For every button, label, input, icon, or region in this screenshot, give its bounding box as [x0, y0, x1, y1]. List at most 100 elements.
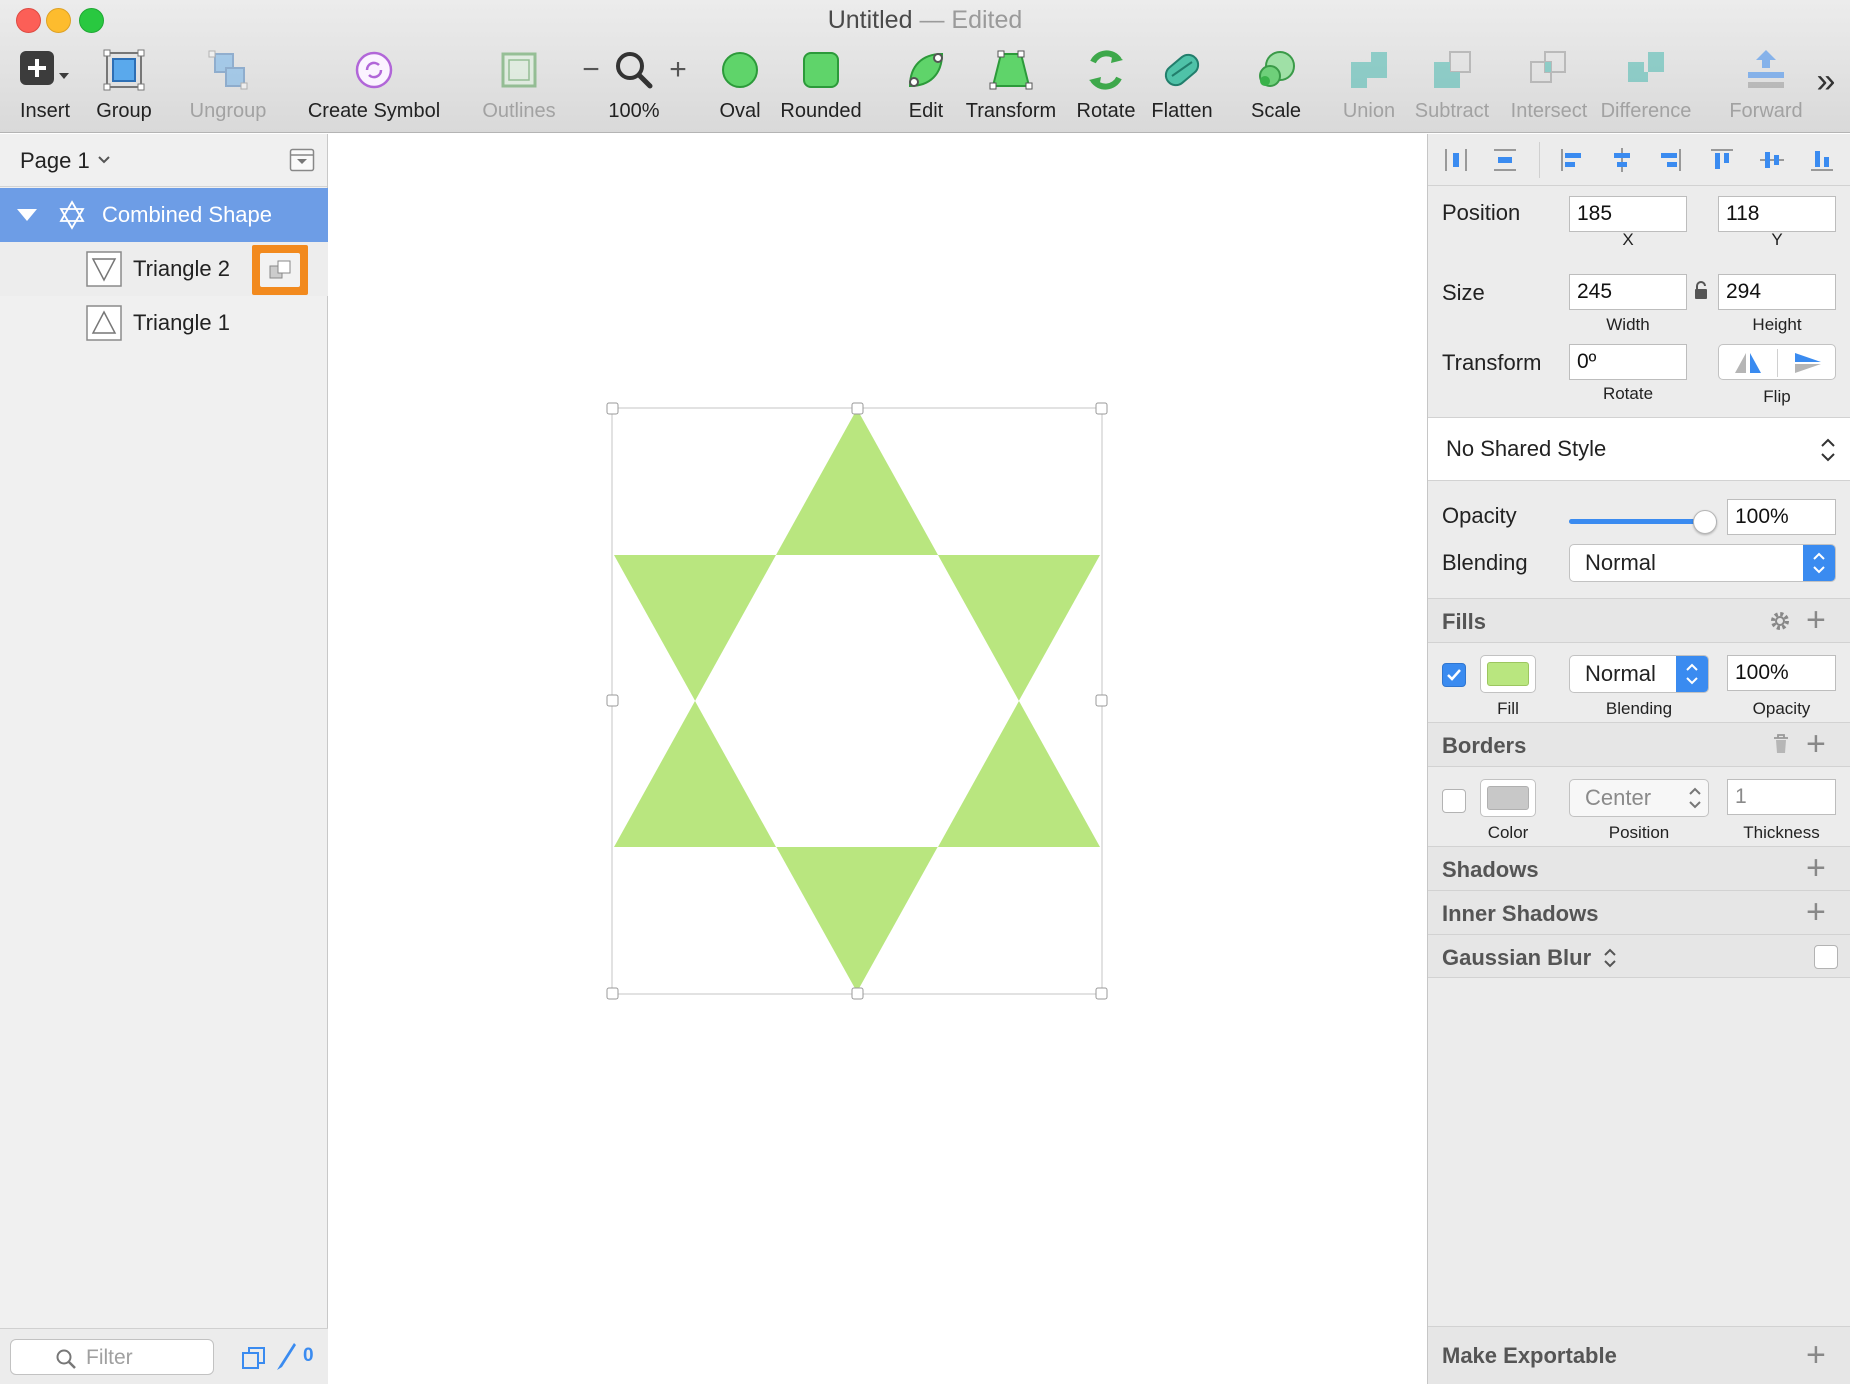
shared-style-selector[interactable]: No Shared Style: [1428, 417, 1850, 481]
filter-input[interactable]: Filter: [10, 1339, 214, 1375]
align-middle-vertical-icon[interactable]: [1758, 146, 1786, 174]
opacity-slider[interactable]: [1569, 510, 1717, 534]
border-thickness-field[interactable]: 1: [1727, 779, 1836, 815]
fills-title: Fills: [1442, 609, 1487, 634]
rotate-field[interactable]: 0º: [1569, 344, 1687, 380]
align-bottom-icon[interactable]: [1808, 146, 1836, 174]
window-title: Untitled — Edited: [0, 6, 1850, 35]
lock-icon[interactable]: [1693, 280, 1709, 300]
fill-color-well[interactable]: [1480, 655, 1536, 693]
rotate-button[interactable]: Rotate: [1072, 46, 1140, 123]
layer-row-triangle-2[interactable]: Triangle 2: [0, 242, 328, 296]
rounded-button[interactable]: Rounded: [778, 46, 864, 123]
zoom-button[interactable]: 100%: [604, 46, 664, 123]
align-center-horizontal-icon[interactable]: [1608, 146, 1636, 174]
zoom-plus-icon: +: [669, 53, 687, 86]
insert-plus-icon: [20, 51, 69, 85]
zoom-out-button[interactable]: −: [578, 46, 604, 94]
scale-button[interactable]: Scale: [1246, 46, 1306, 123]
slices-filter-icon[interactable]: [274, 1341, 298, 1371]
fill-row: Normal 100% Fill Blending Opacity: [1428, 642, 1850, 722]
ungroup-icon: [208, 50, 248, 90]
gear-icon[interactable]: [1769, 610, 1791, 632]
create-symbol-button[interactable]: Create Symbol: [304, 46, 444, 123]
group-button[interactable]: Group: [93, 46, 155, 123]
position-y-field[interactable]: 118: [1718, 196, 1836, 232]
up-down-chevron-icon: [1813, 552, 1825, 574]
layer-row-combined-shape[interactable]: Combined Shape: [0, 188, 328, 242]
scale-label: Scale: [1250, 100, 1302, 122]
add-export-button[interactable]: +: [1806, 1338, 1826, 1372]
edit-button[interactable]: Edit: [896, 46, 956, 123]
distribute-vertical-icon[interactable]: [1491, 146, 1519, 174]
fill-blending-select[interactable]: Normal: [1569, 655, 1709, 693]
align-right-icon[interactable]: [1656, 146, 1684, 174]
page-selector[interactable]: Page 1: [0, 134, 327, 187]
gaussian-blur-checkbox[interactable]: [1814, 945, 1838, 969]
title-separator: —: [919, 6, 945, 34]
disclosure-triangle-icon[interactable]: [16, 208, 38, 222]
opacity-field[interactable]: 100%: [1727, 499, 1836, 535]
slider-knob[interactable]: [1693, 510, 1717, 534]
distribute-horizontal-icon[interactable]: [1442, 146, 1470, 174]
intersect-button[interactable]: Intersect: [1501, 46, 1597, 123]
oval-label: Oval: [719, 100, 761, 122]
border-position-select[interactable]: Center: [1569, 779, 1709, 817]
oval-icon: [722, 52, 758, 88]
symbols-filter-icon[interactable]: [241, 1345, 267, 1371]
size-label: Size: [1442, 280, 1485, 305]
ungroup-button[interactable]: Ungroup: [185, 46, 271, 123]
align-left-icon[interactable]: [1558, 146, 1586, 174]
checkmark-icon: [1447, 669, 1461, 681]
oval-button[interactable]: Oval: [710, 46, 770, 123]
flip-horizontal-icon[interactable]: [1733, 351, 1763, 375]
outlines-label: Outlines: [482, 100, 556, 122]
position-x-field[interactable]: 185: [1569, 196, 1687, 232]
align-top-icon[interactable]: [1708, 146, 1736, 174]
union-button[interactable]: Union: [1334, 46, 1404, 123]
make-exportable-header[interactable]: Make Exportable +: [1428, 1326, 1850, 1384]
flatten-button[interactable]: Flatten: [1148, 46, 1216, 123]
group-icon: [103, 49, 145, 91]
subtract-button[interactable]: Subtract: [1407, 46, 1497, 123]
up-down-chevron-icon[interactable]: [1603, 947, 1617, 969]
canvas[interactable]: [329, 134, 1427, 1384]
border-color-well[interactable]: [1480, 779, 1536, 817]
outlines-icon: [501, 52, 537, 88]
rotate-label: Rotate: [1602, 384, 1654, 403]
blending-value: Normal: [1585, 550, 1656, 575]
difference-label: Difference: [1600, 100, 1692, 122]
outlines-button[interactable]: Outlines: [477, 46, 561, 123]
up-down-chevron-icon: [1686, 663, 1698, 685]
blending-label: Blending: [1442, 550, 1528, 575]
width-field[interactable]: 245: [1569, 274, 1687, 310]
height-field[interactable]: 294: [1718, 274, 1836, 310]
combined-shape-star[interactable]: [329, 134, 1427, 1384]
add-inner-shadow-button[interactable]: +: [1806, 895, 1826, 929]
flip-vertical-icon[interactable]: [1793, 351, 1823, 375]
border-enabled-checkbox[interactable]: [1442, 789, 1466, 813]
toolbar-overflow-button[interactable]: »: [1808, 64, 1844, 98]
add-fill-button[interactable]: +: [1806, 603, 1826, 637]
fill-enabled-checkbox[interactable]: [1442, 663, 1466, 687]
trash-icon[interactable]: [1772, 733, 1790, 755]
transform-button[interactable]: Transform: [963, 46, 1059, 123]
boolean-operation-toggle[interactable]: [252, 245, 308, 295]
insert-button[interactable]: Insert: [14, 46, 76, 123]
fill-blending-label: Blending: [1605, 699, 1673, 718]
fill-opacity-field[interactable]: 100%: [1727, 655, 1836, 691]
pages-toggle-icon[interactable]: [289, 148, 315, 172]
layer-row-triangle-1[interactable]: Triangle 1: [0, 296, 328, 350]
flip-label: Flip: [1763, 387, 1791, 406]
add-shadow-button[interactable]: +: [1806, 851, 1826, 885]
zoom-in-button[interactable]: +: [665, 46, 691, 94]
blending-select[interactable]: Normal: [1569, 544, 1836, 582]
add-border-button[interactable]: +: [1806, 727, 1826, 761]
border-position-label: Position: [1608, 823, 1670, 842]
union-label: Union: [1342, 100, 1396, 122]
shared-style-value: No Shared Style: [1446, 436, 1607, 461]
document-status: Edited: [951, 6, 1023, 34]
difference-button[interactable]: Difference: [1598, 46, 1694, 123]
gaussian-blur-title[interactable]: Gaussian Blur: [1442, 945, 1591, 971]
forward-button[interactable]: Forward: [1726, 46, 1806, 123]
